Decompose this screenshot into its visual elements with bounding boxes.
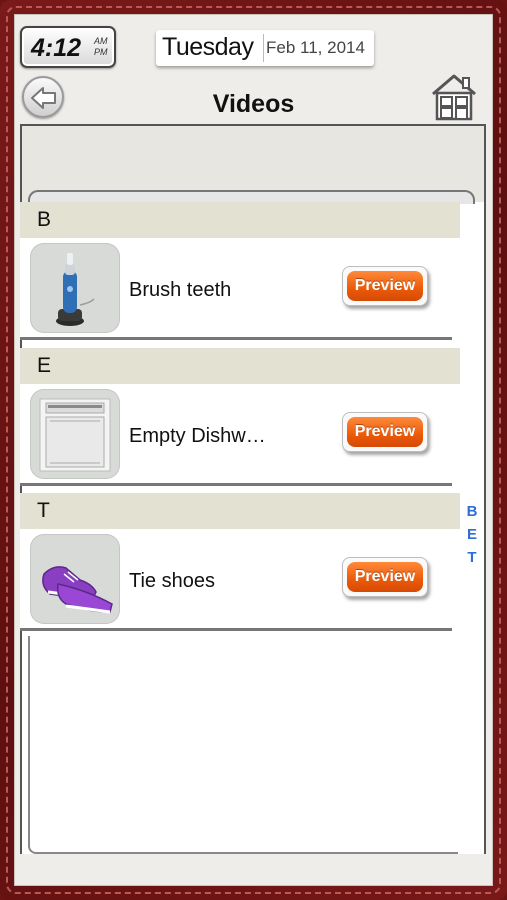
date-widget: Tuesday Feb 11, 2014 xyxy=(156,30,374,66)
section-letter: T xyxy=(37,499,50,522)
item-label: Empty Dishw… xyxy=(129,425,266,447)
clock-time: 4:12 xyxy=(31,34,82,62)
clock-widget: 4:12 AM PM xyxy=(20,26,116,68)
section-letter: E xyxy=(37,354,52,377)
index-letter-e[interactable]: E xyxy=(462,523,482,546)
date-label: Feb 11, 2014 xyxy=(266,38,365,57)
section-letter: B xyxy=(37,208,52,231)
index-letter-b[interactable]: B xyxy=(462,500,482,523)
home-icon xyxy=(432,74,476,121)
preview-label: Preview xyxy=(347,271,423,301)
date-divider xyxy=(263,34,264,62)
dishwasher-thumbnail xyxy=(30,389,120,479)
list-empty-area xyxy=(28,636,458,854)
list-item-tie-shoes[interactable]: Tie shoes Preview xyxy=(20,529,452,631)
section-index[interactable]: B E T xyxy=(462,500,482,569)
section-header-t: T xyxy=(20,493,460,529)
clock-am: AM xyxy=(94,36,108,46)
weekday-label: Tuesday xyxy=(162,33,254,61)
item-label: Brush teeth xyxy=(129,279,232,301)
toothbrush-icon xyxy=(56,253,95,326)
preview-label: Preview xyxy=(347,562,423,592)
item-label: Tie shoes xyxy=(129,570,215,592)
section-header-b: B xyxy=(20,202,460,238)
list-item-brush-teeth[interactable]: Brush teeth Preview xyxy=(20,238,452,340)
home-button[interactable] xyxy=(430,72,478,122)
index-letter-t[interactable]: T xyxy=(462,546,482,569)
preview-button[interactable]: Preview xyxy=(342,266,428,306)
preview-label: Preview xyxy=(347,417,423,447)
shoes-thumbnail xyxy=(30,534,120,624)
preview-button[interactable]: Preview xyxy=(342,557,428,597)
shoe-icon xyxy=(42,566,113,614)
toothbrush-thumbnail xyxy=(30,243,120,333)
preview-button[interactable]: Preview xyxy=(342,412,428,452)
clock-pm: PM xyxy=(94,47,108,57)
list-item-empty-dishwasher[interactable]: Empty Dishw… Preview xyxy=(20,384,452,486)
dishwasher-icon xyxy=(39,398,111,472)
section-header-e: E xyxy=(20,348,460,384)
clock-ampm: AM PM xyxy=(94,36,116,58)
